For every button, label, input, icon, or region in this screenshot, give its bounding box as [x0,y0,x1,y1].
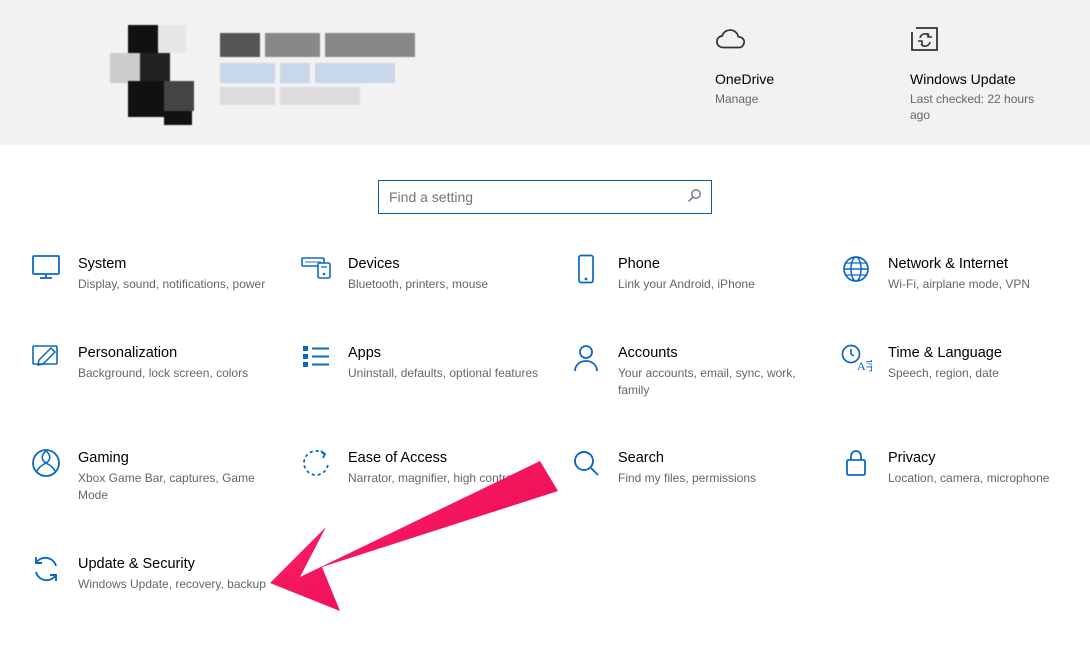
redacted-user-info [110,25,440,125]
category-sub: Speech, region, date [888,365,1090,382]
category-time[interactable]: A字 Time & Language Speech, region, date [840,343,1090,399]
category-ease-of-access[interactable]: Ease of Access Narrator, magnifier, high… [300,448,550,504]
category-title: Personalization [78,345,280,361]
personalization-icon [30,343,62,375]
top-tiles: OneDrive Manage Windows Update Last chec… [715,25,1050,123]
svg-text:A字: A字 [857,358,872,373]
category-sub: Bluetooth, printers, mouse [348,276,550,293]
category-sub: Location, camera, microphone [888,470,1090,487]
top-bar: OneDrive Manage Windows Update Last chec… [0,0,1090,145]
category-title: Ease of Access [348,450,550,466]
category-network[interactable]: Network & Internet Wi-Fi, airplane mode,… [840,254,1090,293]
devices-icon [300,254,332,286]
category-sub: Windows Update, recovery, backup [78,576,280,593]
category-sub: Display, sound, notifications, power [78,276,280,293]
tile-title: Windows Update [910,71,1050,87]
category-sub: Background, lock screen, colors [78,365,280,382]
category-title: Network & Internet [888,256,1090,272]
settings-grid: System Display, sound, notifications, po… [0,254,1090,593]
tile-sub: Manage [715,91,855,107]
category-update-security[interactable]: Update & Security Windows Update, recove… [30,554,280,593]
tile-onedrive[interactable]: OneDrive Manage [715,25,855,123]
accounts-icon [570,343,602,375]
time-language-icon: A字 [840,343,872,375]
category-title: Phone [618,256,820,272]
category-sub: Xbox Game Bar, captures, Game Mode [78,470,280,504]
tile-sub: Last checked: 22 hours ago [910,91,1050,123]
category-devices[interactable]: Devices Bluetooth, printers, mouse [300,254,550,293]
category-title: Privacy [888,450,1090,466]
category-sub: Wi-Fi, airplane mode, VPN [888,276,1090,293]
category-title: Accounts [618,345,820,361]
search-wrap [378,180,712,214]
category-title: Update & Security [78,556,280,572]
search-category-icon [570,448,602,480]
category-system[interactable]: System Display, sound, notifications, po… [30,254,280,293]
category-apps[interactable]: Apps Uninstall, defaults, optional featu… [300,343,550,399]
sync-box-icon [910,25,942,53]
search-input[interactable] [378,180,712,214]
category-privacy[interactable]: Privacy Location, camera, microphone [840,448,1090,504]
category-title: Apps [348,345,550,361]
category-gaming[interactable]: Gaming Xbox Game Bar, captures, Game Mod… [30,448,280,504]
category-sub: Find my files, permissions [618,470,820,487]
category-personalization[interactable]: Personalization Background, lock screen,… [30,343,280,399]
category-title: Devices [348,256,550,272]
category-title: Search [618,450,820,466]
update-icon [30,554,62,586]
category-sub: Uninstall, defaults, optional features [348,365,550,382]
category-accounts[interactable]: Accounts Your accounts, email, sync, wor… [570,343,820,399]
ease-of-access-icon [300,448,332,480]
category-title: Gaming [78,450,280,466]
category-phone[interactable]: Phone Link your Android, iPhone [570,254,820,293]
category-sub: Narrator, magnifier, high contrast [348,470,550,487]
lock-icon [840,448,872,480]
gaming-icon [30,448,62,480]
apps-icon [300,343,332,375]
globe-icon [840,254,872,286]
phone-icon [570,254,602,286]
category-title: System [78,256,280,272]
tile-title: OneDrive [715,71,855,87]
category-sub: Link your Android, iPhone [618,276,820,293]
system-icon [30,254,62,286]
category-sub: Your accounts, email, sync, work, family [618,365,820,399]
tile-windows-update[interactable]: Windows Update Last checked: 22 hours ag… [910,25,1050,123]
category-search[interactable]: Search Find my files, permissions [570,448,820,504]
cloud-icon [715,25,747,53]
category-title: Time & Language [888,345,1090,361]
